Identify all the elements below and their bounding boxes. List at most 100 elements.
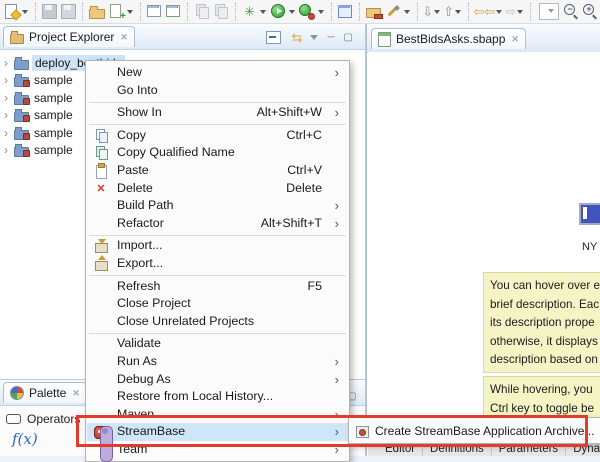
forward-caret-icon[interactable] <box>517 10 523 14</box>
project-explorer-icon <box>10 31 24 43</box>
tree-item-label: sample <box>34 108 73 122</box>
menu-item-export[interactable]: Export... <box>87 255 348 273</box>
note-line: otherwise, it displays <box>490 333 600 352</box>
debug-icon[interactable]: ✳ <box>241 3 258 20</box>
open-folder-icon[interactable] <box>89 3 106 20</box>
annotate-brush-icon[interactable] <box>385 3 402 20</box>
menu-separator <box>89 333 346 334</box>
maximize-icon[interactable]: ▢ <box>344 32 353 43</box>
push-up-caret-icon[interactable] <box>455 10 461 14</box>
minimize-icon[interactable]: ─ <box>327 32 334 43</box>
save-all-icon[interactable] <box>60 3 77 20</box>
palette-item-function[interactable]: f(x) <box>12 430 38 448</box>
back-icon[interactable]: ⇦ <box>473 3 484 20</box>
submenu-arrow-icon: › <box>335 423 339 441</box>
close-icon[interactable]: ✕ <box>120 32 128 43</box>
new-dropdown-caret-icon[interactable] <box>22 10 28 14</box>
tree-item-sample-4[interactable]: › sample <box>0 124 73 142</box>
copy-qualified-icon <box>94 146 108 160</box>
run-icon[interactable] <box>270 3 287 20</box>
palette-icon <box>10 386 24 400</box>
link-with-editor-icon[interactable]: ⇆ <box>289 29 304 46</box>
open-archive-folder-icon[interactable] <box>366 3 383 20</box>
editor-canvas[interactable]: NY You can hover over e brief descriptio… <box>368 52 600 437</box>
menu-item-copy-qualified-name[interactable]: Copy Qualified Name <box>87 144 348 162</box>
tab-project-explorer[interactable]: Project Explorer ✕ <box>3 26 135 47</box>
menu-item-close-unrelated-projects[interactable]: Close Unrelated Projects <box>87 313 348 331</box>
menu-item-validate[interactable]: Validate <box>87 335 348 353</box>
menu-item-paste[interactable]: Paste Ctrl+V <box>87 162 348 180</box>
debug-caret-icon[interactable] <box>260 10 266 14</box>
open-resource-icon[interactable] <box>337 3 354 20</box>
tab-palette[interactable]: Palette ✕ <box>3 382 87 403</box>
tree-item-sample-2[interactable]: › sample <box>0 89 73 107</box>
new-window-alt-icon[interactable] <box>165 3 182 20</box>
new-file-icon[interactable]: + <box>108 3 125 20</box>
run-config-caret-icon[interactable] <box>318 10 324 14</box>
back-caret-icon[interactable] <box>496 10 502 14</box>
tree-item-label: sample <box>34 143 73 157</box>
tab-bestbidsasks[interactable]: BestBidsAsks.sbapp ✕ <box>371 28 526 49</box>
pull-down-icon[interactable]: ⇩ <box>422 3 433 20</box>
note-line: While hovering, you <box>490 381 600 400</box>
expand-chevron-icon[interactable]: › <box>0 143 12 157</box>
push-up-icon[interactable]: ⇧ <box>443 3 454 20</box>
tree-item-label: sample <box>34 126 73 140</box>
menu-item-refactor[interactable]: Refactor Alt+Shift+T › <box>87 215 348 233</box>
toolbar-separator <box>530 3 531 21</box>
menu-item-copy[interactable]: Copy Ctrl+C <box>87 127 348 145</box>
close-icon[interactable]: ✕ <box>511 34 519 45</box>
menu-item-maven[interactable]: Maven › <box>87 406 348 424</box>
pull-down-caret-icon[interactable] <box>434 10 440 14</box>
application-archive-icon <box>355 424 369 438</box>
zoom-level-combo[interactable] <box>539 3 559 20</box>
brush-caret-icon[interactable] <box>404 10 410 14</box>
menu-item-new[interactable]: New › <box>87 64 348 82</box>
view-menu-icon[interactable] <box>310 35 318 40</box>
menu-item-close-project[interactable]: Close Project <box>87 295 348 313</box>
expand-chevron-icon[interactable]: › <box>0 108 12 122</box>
run-configurations-icon[interactable] <box>299 3 316 20</box>
menu-item-streambase[interactable]: StreamBase › <box>87 423 348 441</box>
tree-item-sample-1[interactable]: › sample <box>0 72 73 90</box>
expand-chevron-icon[interactable]: › <box>0 56 12 70</box>
close-icon[interactable]: ✕ <box>72 388 80 399</box>
note-line: You can hover over e <box>490 277 600 296</box>
menu-item-import[interactable]: Import... <box>87 237 348 255</box>
menu-item-show-in[interactable]: Show In Alt+Shift+W › <box>87 104 348 122</box>
expand-chevron-icon[interactable]: › <box>0 73 12 87</box>
new-file-caret-icon[interactable] <box>127 10 133 14</box>
run-caret-icon[interactable] <box>289 10 295 14</box>
palette-drawer-operators[interactable]: Operators <box>6 412 80 426</box>
collapse-all-icon[interactable] <box>266 31 281 44</box>
paste-icon <box>94 164 108 178</box>
new-window-icon[interactable] <box>146 3 163 20</box>
expand-chevron-icon[interactable]: › <box>0 91 12 105</box>
tree-item-sample-3[interactable]: › sample <box>0 107 73 125</box>
menu-item-refresh[interactable]: Refresh F5 <box>87 278 348 296</box>
menu-item-restore-from-local-history[interactable]: Restore from Local History... <box>87 388 348 406</box>
editor-tabbar: BestBidsAsks.sbapp ✕ <box>367 24 600 53</box>
menu-item-go-into[interactable]: Go Into <box>87 82 348 100</box>
note-line: brief description. Eac <box>490 296 600 315</box>
project-folder-icon <box>14 74 29 86</box>
stream-component[interactable] <box>579 203 600 225</box>
save-icon[interactable] <box>41 3 58 20</box>
submenu-arrow-icon: › <box>335 104 339 122</box>
expand-chevron-icon[interactable]: › <box>0 126 12 140</box>
menu-item-run-as[interactable]: Run As › <box>87 353 348 371</box>
zoom-in-icon[interactable]: + <box>582 3 599 20</box>
menu-item-create-streambase-application-archive[interactable]: Create StreamBase Application Archive... <box>375 424 594 438</box>
new-wizard-icon[interactable] <box>3 3 20 20</box>
tree-item-sample-5[interactable]: › sample <box>0 142 73 160</box>
palette-capsule-fragment <box>100 426 113 462</box>
submenu-arrow-icon: › <box>335 353 339 371</box>
toolbar-separator <box>35 3 36 21</box>
menu-item-delete[interactable]: ✕ Delete Delete <box>87 180 348 198</box>
menu-item-debug-as[interactable]: Debug As › <box>87 371 348 389</box>
tree-item-label: sample <box>34 73 73 87</box>
zoom-out-icon[interactable]: − <box>563 3 580 20</box>
import-icon <box>94 239 108 253</box>
menu-item-build-path[interactable]: Build Path › <box>87 197 348 215</box>
back-history-icon[interactable]: ⇦ <box>484 3 495 20</box>
